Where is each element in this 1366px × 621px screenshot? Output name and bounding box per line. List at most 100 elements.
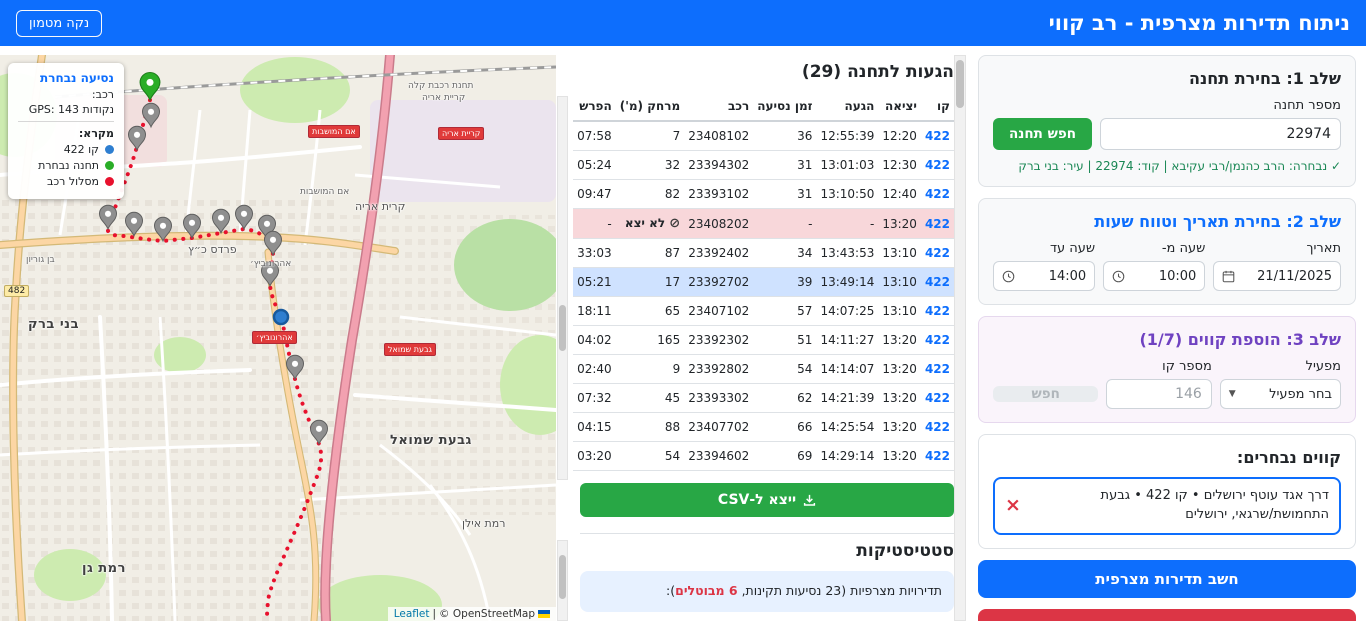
clear-cache-button[interactable]: נקה מטמון	[16, 10, 102, 37]
col-line: קו	[921, 92, 954, 121]
scrollbar-thumb[interactable]	[559, 305, 566, 351]
cell-line: 422	[921, 121, 954, 151]
cell-arrival: 14:07:25	[816, 297, 878, 326]
operator-label: מפעיל	[1220, 359, 1341, 374]
calculate-frequency-button[interactable]: חשב תדירות מצרפית	[978, 560, 1356, 598]
cell-vehicle: 23408102	[684, 121, 753, 151]
cell-vehicle: 23393102	[684, 180, 753, 209]
map[interactable]: נסיעה נבחרת רכב: נקודות GPS: 143 מקרא: ק…	[0, 55, 556, 621]
map-place-label: קרית אריה	[355, 200, 405, 213]
time-to-label: שעה עד	[993, 241, 1095, 256]
arrival-row[interactable]: 42213:2014:11:27512339230216504:02	[573, 326, 954, 355]
selected-line-text: דרך אגד עוטף ירושלים • קו 422 • גבעת התח…	[1029, 487, 1329, 525]
remove-line-button[interactable]: ×	[1005, 496, 1021, 515]
cell-arrival: 14:21:39	[816, 384, 878, 413]
time-to-input[interactable]: 14:00	[993, 261, 1095, 291]
map-place-label: פרדס כ״ץ	[188, 243, 237, 256]
cell-gap: 33:03	[573, 239, 616, 268]
cell-distance: 9	[616, 355, 685, 384]
cell-vehicle: 23394302	[684, 151, 753, 180]
cell-travel: 31	[753, 180, 816, 209]
arrival-row[interactable]: 42213:1013:49:1439233927021705:21	[573, 268, 954, 297]
map-place-label: בני ברק	[28, 317, 79, 332]
stats-scrollbar[interactable]	[557, 540, 568, 621]
arrivals-title: הגעות לתחנה (29)	[580, 62, 954, 82]
cell-vehicle: 23394602	[684, 442, 753, 471]
map-place-label: רמת גן	[82, 561, 126, 576]
osm-link[interactable]: © OpenStreetMap	[439, 608, 535, 620]
attribution-separator: |	[433, 608, 437, 620]
step3-card: שלב 3: הוספת קווים (1/7) מפעיל בחר מפעיל…	[978, 316, 1356, 423]
cell-line: 422	[921, 239, 954, 268]
road-shield-label: גבעת שמואל	[384, 343, 436, 356]
arrival-row[interactable]: 42213:2014:21:3962233933024507:32	[573, 384, 954, 413]
cell-vehicle: 23407702	[684, 413, 753, 442]
cell-line: 422	[921, 268, 954, 297]
cell-travel: 62	[753, 384, 816, 413]
col-travel-time: זמן נסיעה	[753, 92, 816, 121]
cell-arrival: 13:01:03	[816, 151, 878, 180]
cell-travel: 31	[753, 151, 816, 180]
line-number-input[interactable]	[1106, 379, 1211, 409]
line-number-label: מספר קו	[1106, 359, 1211, 374]
search-line-button[interactable]: חפש	[993, 386, 1098, 402]
cell-travel: 57	[753, 297, 816, 326]
cell-arrival: 14:29:14	[816, 442, 878, 471]
controls-panel: שלב 1: בחירת תחנה מספר תחנה חפש תחנה ✓ נ…	[978, 55, 1356, 621]
cell-arrival: 13:49:14	[816, 268, 878, 297]
cell-departure: 13:20	[878, 413, 921, 442]
map-place-label: גבעת שמואל	[390, 433, 472, 448]
clear-results-button[interactable]: נקה תוצאות	[978, 609, 1356, 621]
road-shield-label: אם המושבות	[308, 125, 360, 138]
time-from-input[interactable]: 10:00	[1103, 261, 1205, 291]
leaflet-link[interactable]: Leaflet	[394, 608, 430, 620]
cell-distance: 165	[616, 326, 685, 355]
cell-distance: 87	[616, 239, 685, 268]
arrival-row[interactable]: 42213:2014:14:075423392802902:40	[573, 355, 954, 384]
scrollbar-thumb[interactable]	[956, 60, 964, 108]
line-search-field: חפש	[993, 366, 1098, 402]
operator-select[interactable]: בחר מפעיל ▼	[1220, 379, 1341, 409]
cell-line: 422	[921, 442, 954, 471]
col-vehicle: רכב	[684, 92, 753, 121]
export-csv-label: ייצא ל-CSV	[718, 492, 796, 508]
search-station-button[interactable]: חפש תחנה	[993, 118, 1092, 150]
step1-title: שלב 1: בחירת תחנה	[993, 69, 1341, 88]
cell-distance: 7	[616, 121, 685, 151]
cell-travel: 69	[753, 442, 816, 471]
cell-gap: 05:24	[573, 151, 616, 180]
main-layout: שלב 1: בחירת תחנה מספר תחנה חפש תחנה ✓ נ…	[0, 46, 1366, 621]
operator-field: מפעיל בחר מפעיל ▼	[1220, 359, 1341, 409]
cell-vehicle: 23407102	[684, 297, 753, 326]
date-input[interactable]: 21/11/2025	[1213, 261, 1341, 291]
download-icon	[803, 494, 816, 507]
cell-arrival: 12:55:39	[816, 121, 878, 151]
arrival-row[interactable]: 42213:1013:43:5334233924028733:03	[573, 239, 954, 268]
line-422-marker-icon[interactable]	[274, 310, 288, 324]
cell-vehicle: 23392702	[684, 268, 753, 297]
chevron-down-icon: ▼	[1229, 389, 1236, 399]
cell-travel: 51	[753, 326, 816, 355]
cell-travel: 39	[753, 268, 816, 297]
export-csv-button[interactable]: ייצא ל-CSV	[580, 483, 954, 517]
not-departed-label: לא יצא	[625, 216, 665, 230]
cell-travel: 54	[753, 355, 816, 384]
arrival-row[interactable]: 42213:1014:07:2557234071026518:11	[573, 297, 954, 326]
controls-scrollbar[interactable]	[954, 55, 966, 621]
col-arrival: הגעה	[816, 92, 878, 121]
arrivals-tbody: 42212:2012:55:393623408102707:5842212:30…	[573, 121, 954, 471]
map-place-label: בן גוריון	[26, 255, 55, 265]
scrollbar-thumb[interactable]	[559, 555, 566, 599]
station-number-input[interactable]	[1100, 118, 1341, 150]
cell-arrival: 14:14:07	[816, 355, 878, 384]
arrival-row[interactable]: 42212:2012:55:393623408102707:58	[573, 121, 954, 151]
arrival-row[interactable]: 42212:4013:10:5031233931028209:47	[573, 180, 954, 209]
arrival-row[interactable]: 42213:2014:25:5466234077028804:15	[573, 413, 954, 442]
table-scrollbar[interactable]	[557, 96, 568, 480]
arrival-row[interactable]: 42213:20--23408202⊘ לא יצא-	[573, 209, 954, 239]
col-gap: הפרש	[573, 92, 616, 121]
cell-gap: 03:20	[573, 442, 616, 471]
cell-gap: -	[573, 209, 616, 239]
arrival-row[interactable]: 42213:2014:29:1469233946025403:20	[573, 442, 954, 471]
arrival-row[interactable]: 42212:3013:01:0331233943023205:24	[573, 151, 954, 180]
